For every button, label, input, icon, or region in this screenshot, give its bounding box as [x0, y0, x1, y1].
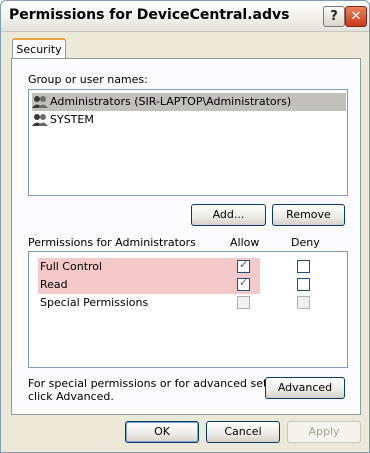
- highlight-read: [38, 276, 260, 294]
- advanced-button[interactable]: Advanced: [265, 377, 345, 399]
- deny-checkbox[interactable]: [297, 260, 310, 273]
- user-list[interactable]: Administrators (SIR-LAPTOP\Administrator…: [28, 89, 348, 196]
- users-icon: [32, 113, 48, 127]
- deny-header: Deny: [291, 236, 320, 249]
- permissions-dialog: Permissions for DeviceCentral.advs ? ✕ S…: [0, 0, 370, 453]
- title-bar[interactable]: Permissions for DeviceCentral.advs ? ✕: [1, 1, 369, 32]
- ok-button[interactable]: OK: [125, 421, 199, 443]
- user-name: Administrators (SIR-LAPTOP\Administrator…: [50, 95, 292, 108]
- help-button[interactable]: ?: [323, 6, 345, 27]
- list-item[interactable]: SYSTEM: [32, 111, 98, 129]
- allow-header: Allow: [230, 236, 260, 249]
- permissions-title: Permissions for Administrators: [28, 236, 196, 249]
- allow-checkbox[interactable]: [237, 258, 250, 273]
- apply-button[interactable]: Apply: [287, 421, 361, 443]
- users-icon: [32, 95, 48, 109]
- advanced-text-line2: click Advanced.: [28, 390, 114, 403]
- advanced-text-line1: For special permissions or for advanced …: [28, 377, 298, 390]
- perm-name: Read: [40, 278, 68, 291]
- perm-name: Full Control: [40, 260, 103, 273]
- group-label: Group or user names:: [28, 73, 148, 86]
- tab-security[interactable]: Security: [12, 38, 66, 60]
- close-button[interactable]: ✕: [345, 6, 367, 27]
- allow-checkbox[interactable]: [237, 276, 250, 291]
- deny-checkbox: [297, 296, 310, 309]
- cancel-button[interactable]: Cancel: [206, 421, 280, 443]
- deny-checkbox[interactable]: [297, 278, 310, 291]
- allow-checkbox: [237, 296, 250, 309]
- permissions-list: Full Control Read Special Permissions: [28, 251, 348, 368]
- list-item[interactable]: Administrators (SIR-LAPTOP\Administrator…: [32, 93, 346, 111]
- add-button[interactable]: Add...: [191, 204, 266, 226]
- perm-name: Special Permissions: [40, 296, 149, 309]
- window-title: Permissions for DeviceCentral.advs: [9, 7, 290, 23]
- user-name: SYSTEM: [50, 113, 94, 126]
- remove-button[interactable]: Remove: [272, 204, 345, 226]
